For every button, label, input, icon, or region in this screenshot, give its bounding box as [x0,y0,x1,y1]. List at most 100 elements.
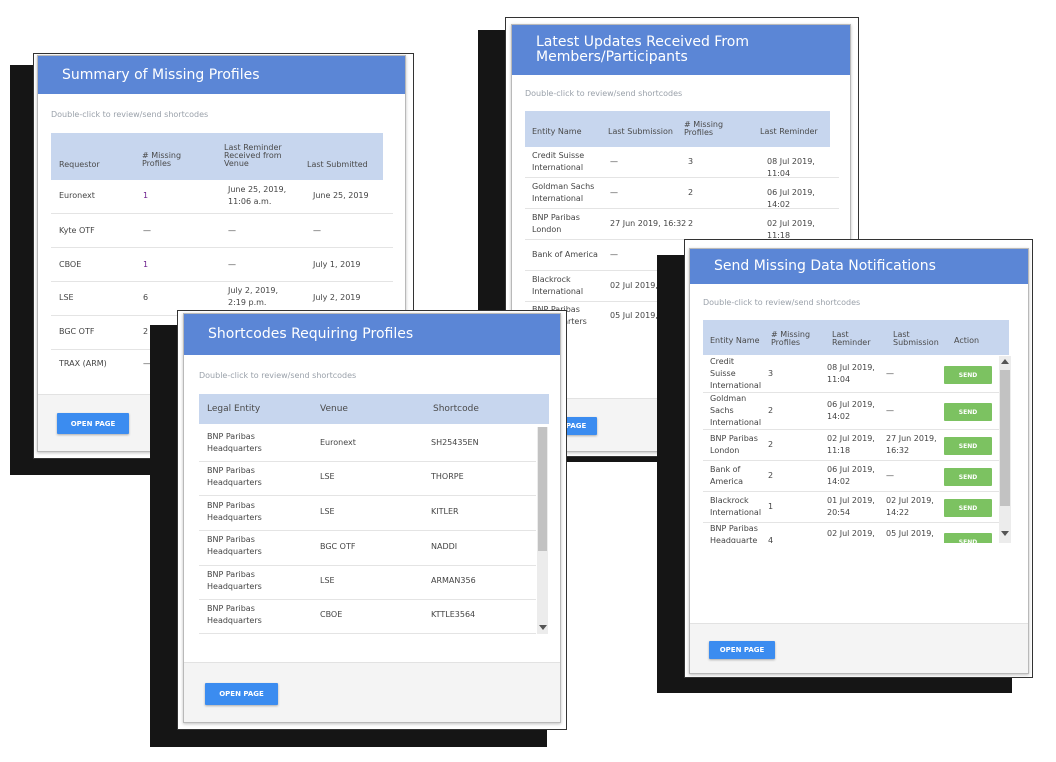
summary-panel-title: Summary of Missing Profiles [38,56,405,94]
cell-last-submission: — [886,369,894,378]
col-last-reminder: Last Reminder [832,330,871,347]
cell-requestor: LSE [59,293,74,302]
cell-missing-count: 2 [768,406,774,415]
cell-last-reminder: — [228,260,236,269]
cell-entity: Goldman Sachs International [710,394,762,427]
cell-entity: BNP Paribas London [532,213,580,234]
notifications-table-body: Credit Suisse International 3 08 Jul 201… [703,356,999,543]
send-button[interactable]: SEND [944,403,992,421]
cell-last-submission: — [610,250,618,259]
table-row[interactable]: BNP Paribas Headquarte 4 02 Jul 2019, 05… [703,523,999,543]
open-page-button[interactable]: OPEN PAGE [205,683,278,705]
cell-venue: LSE [320,507,335,516]
cell-missing-count: — [143,226,151,235]
cell-missing-count: 2 [768,440,774,449]
cell-legal-entity: BNP Paribas Headquarters [207,535,262,556]
col-last-submission: Last Submission [893,330,939,347]
table-row[interactable]: Euronext 1 June 25, 2019, 11:06 a.m. Jun… [51,180,393,214]
cell-shortcode: NADDI [431,542,458,551]
cell-entity: Goldman Sachs International [532,182,595,203]
cell-legal-entity: BNP Paribas Headquarters [207,466,262,487]
cell-last-submission: 27 Jun 2019, 16:32 [610,219,687,228]
table-row[interactable]: Goldman Sachs International — 2 06 Jul 2… [525,178,839,209]
cell-requestor: TRAX (ARM) [59,359,107,368]
shortcodes-panel: Shortcodes Requiring Profiles Double-cli… [183,313,561,723]
col-missing-profiles: # Missing Profiles [771,330,811,347]
table-row[interactable]: Goldman Sachs International 2 06 Jul 201… [703,393,999,430]
cell-missing-count: 6 [143,293,149,302]
cell-last-submission: — [886,471,894,480]
table-row[interactable]: Bank of America 2 06 Jul 2019, 14:02 — S… [703,461,999,492]
cell-last-submission: 05 Jul 2019, [886,529,934,538]
scrollbar-thumb[interactable] [538,427,547,551]
cell-last-reminder: 08 Jul 2019, 11:04 [767,157,815,178]
table-row[interactable]: BNP Paribas Headquarters Euronext SH2543… [199,427,536,462]
cell-missing-count: 3 [688,157,694,166]
cell-entity: Blackrock International [710,496,762,517]
cell-last-reminder: 02 Jul 2019, [827,529,875,538]
table-row[interactable]: BNP Paribas Headquarters CBOE KTTLE3564 [199,600,536,634]
cell-venue: CBOE [320,610,343,619]
send-button[interactable]: SEND [944,533,992,543]
scroll-down-icon[interactable] [539,625,547,630]
cell-missing-count: 3 [768,369,774,378]
table-row[interactable]: Blackrock International 1 01 Jul 2019, 2… [703,492,999,523]
table-row[interactable]: BNP Paribas London 2 02 Jul 2019, 11:18 … [703,430,999,461]
cell-last-reminder: July 2, 2019, 2:19 p.m. [228,286,279,307]
col-venue: Venue [320,404,348,414]
cell-shortcode: THORPE [431,472,464,481]
open-page-button[interactable]: OPEN PAGE [57,413,129,434]
table-row[interactable]: BNP Paribas Headquarters LSE ARMAN356 [199,566,536,600]
cell-shortcode: ARMAN356 [431,576,476,585]
cell-venue: BGC OTF [320,542,356,551]
table-row[interactable]: BNP Paribas London 27 Jun 2019, 16:32 2 … [525,209,839,240]
notifications-panel: Send Missing Data Notifications Double-c… [689,248,1029,674]
cell-requestor: Euronext [59,191,95,200]
cell-last-submission: 27 Jun 2019, 16:32 [886,434,937,455]
cell-last-submitted: June 25, 2019 [313,191,369,200]
notifications-panel-title: Send Missing Data Notifications [690,249,1028,284]
cell-shortcode: SH25435EN [431,438,479,447]
notifications-panel-hint: Double-click to review/send shortcodes [703,298,861,307]
shortcodes-table-header: Legal Entity Venue Shortcode [199,394,549,424]
cell-venue: LSE [320,472,335,481]
notifications-scrollbar[interactable] [999,356,1011,543]
shortcodes-panel-title: Shortcodes Requiring Profiles [184,314,560,355]
send-button[interactable]: SEND [944,437,992,455]
cell-missing-count: 2 [768,471,774,480]
cell-last-reminder: 06 Jul 2019, 14:02 [767,188,815,209]
updates-panel-hint: Double-click to review/send shortcodes [525,89,683,98]
scroll-up-icon[interactable] [1001,359,1009,364]
cell-last-submission: — [886,406,894,415]
cell-missing-count: 4 [768,536,774,543]
open-page-button[interactable]: OPEN PAGE [709,641,775,659]
table-row[interactable]: Kyte OTF — — — [51,214,393,248]
scroll-down-icon[interactable] [1001,531,1009,536]
table-row[interactable]: BNP Paribas Headquarters BGC OTF NADDI [199,531,536,566]
table-row[interactable]: CBOE 1 — July 1, 2019 [51,248,393,282]
scrollbar-thumb[interactable] [1000,370,1010,506]
cell-last-submission: — [610,157,618,166]
cell-last-reminder: 06 Jul 2019, 14:02 [827,465,875,486]
table-row[interactable]: BNP Paribas Headquarters LSE KITLER [199,496,536,531]
cell-requestor: BGC OTF [59,327,95,336]
table-row[interactable]: Credit Suisse International — 3 08 Jul 2… [525,147,839,178]
cell-last-reminder: 08 Jul 2019, 11:04 [827,363,875,384]
cell-legal-entity: BNP Paribas Headquarters [207,570,262,591]
cell-legal-entity: BNP Paribas Headquarters [207,432,262,453]
cell-missing-count: 2 [688,219,694,228]
cell-last-reminder: 02 Jul 2019, 11:18 [827,434,875,455]
cell-missing-count: 1 [143,260,149,269]
cell-requestor: CBOE [59,260,82,269]
send-button[interactable]: SEND [944,366,992,384]
cell-last-reminder: June 25, 2019, 11:06 a.m. [228,185,287,206]
table-row[interactable]: Credit Suisse International 3 08 Jul 201… [703,356,999,393]
cell-legal-entity: BNP Paribas Headquarters [207,604,262,625]
cell-last-reminder: — [228,226,236,235]
shortcodes-scrollbar[interactable] [537,427,548,634]
col-entity-name: Entity Name [532,127,582,136]
send-button[interactable]: SEND [944,499,992,517]
cell-missing-count: 2 [688,188,694,197]
table-row[interactable]: BNP Paribas Headquarters LSE THORPE [199,462,536,496]
send-button[interactable]: SEND [944,468,992,486]
